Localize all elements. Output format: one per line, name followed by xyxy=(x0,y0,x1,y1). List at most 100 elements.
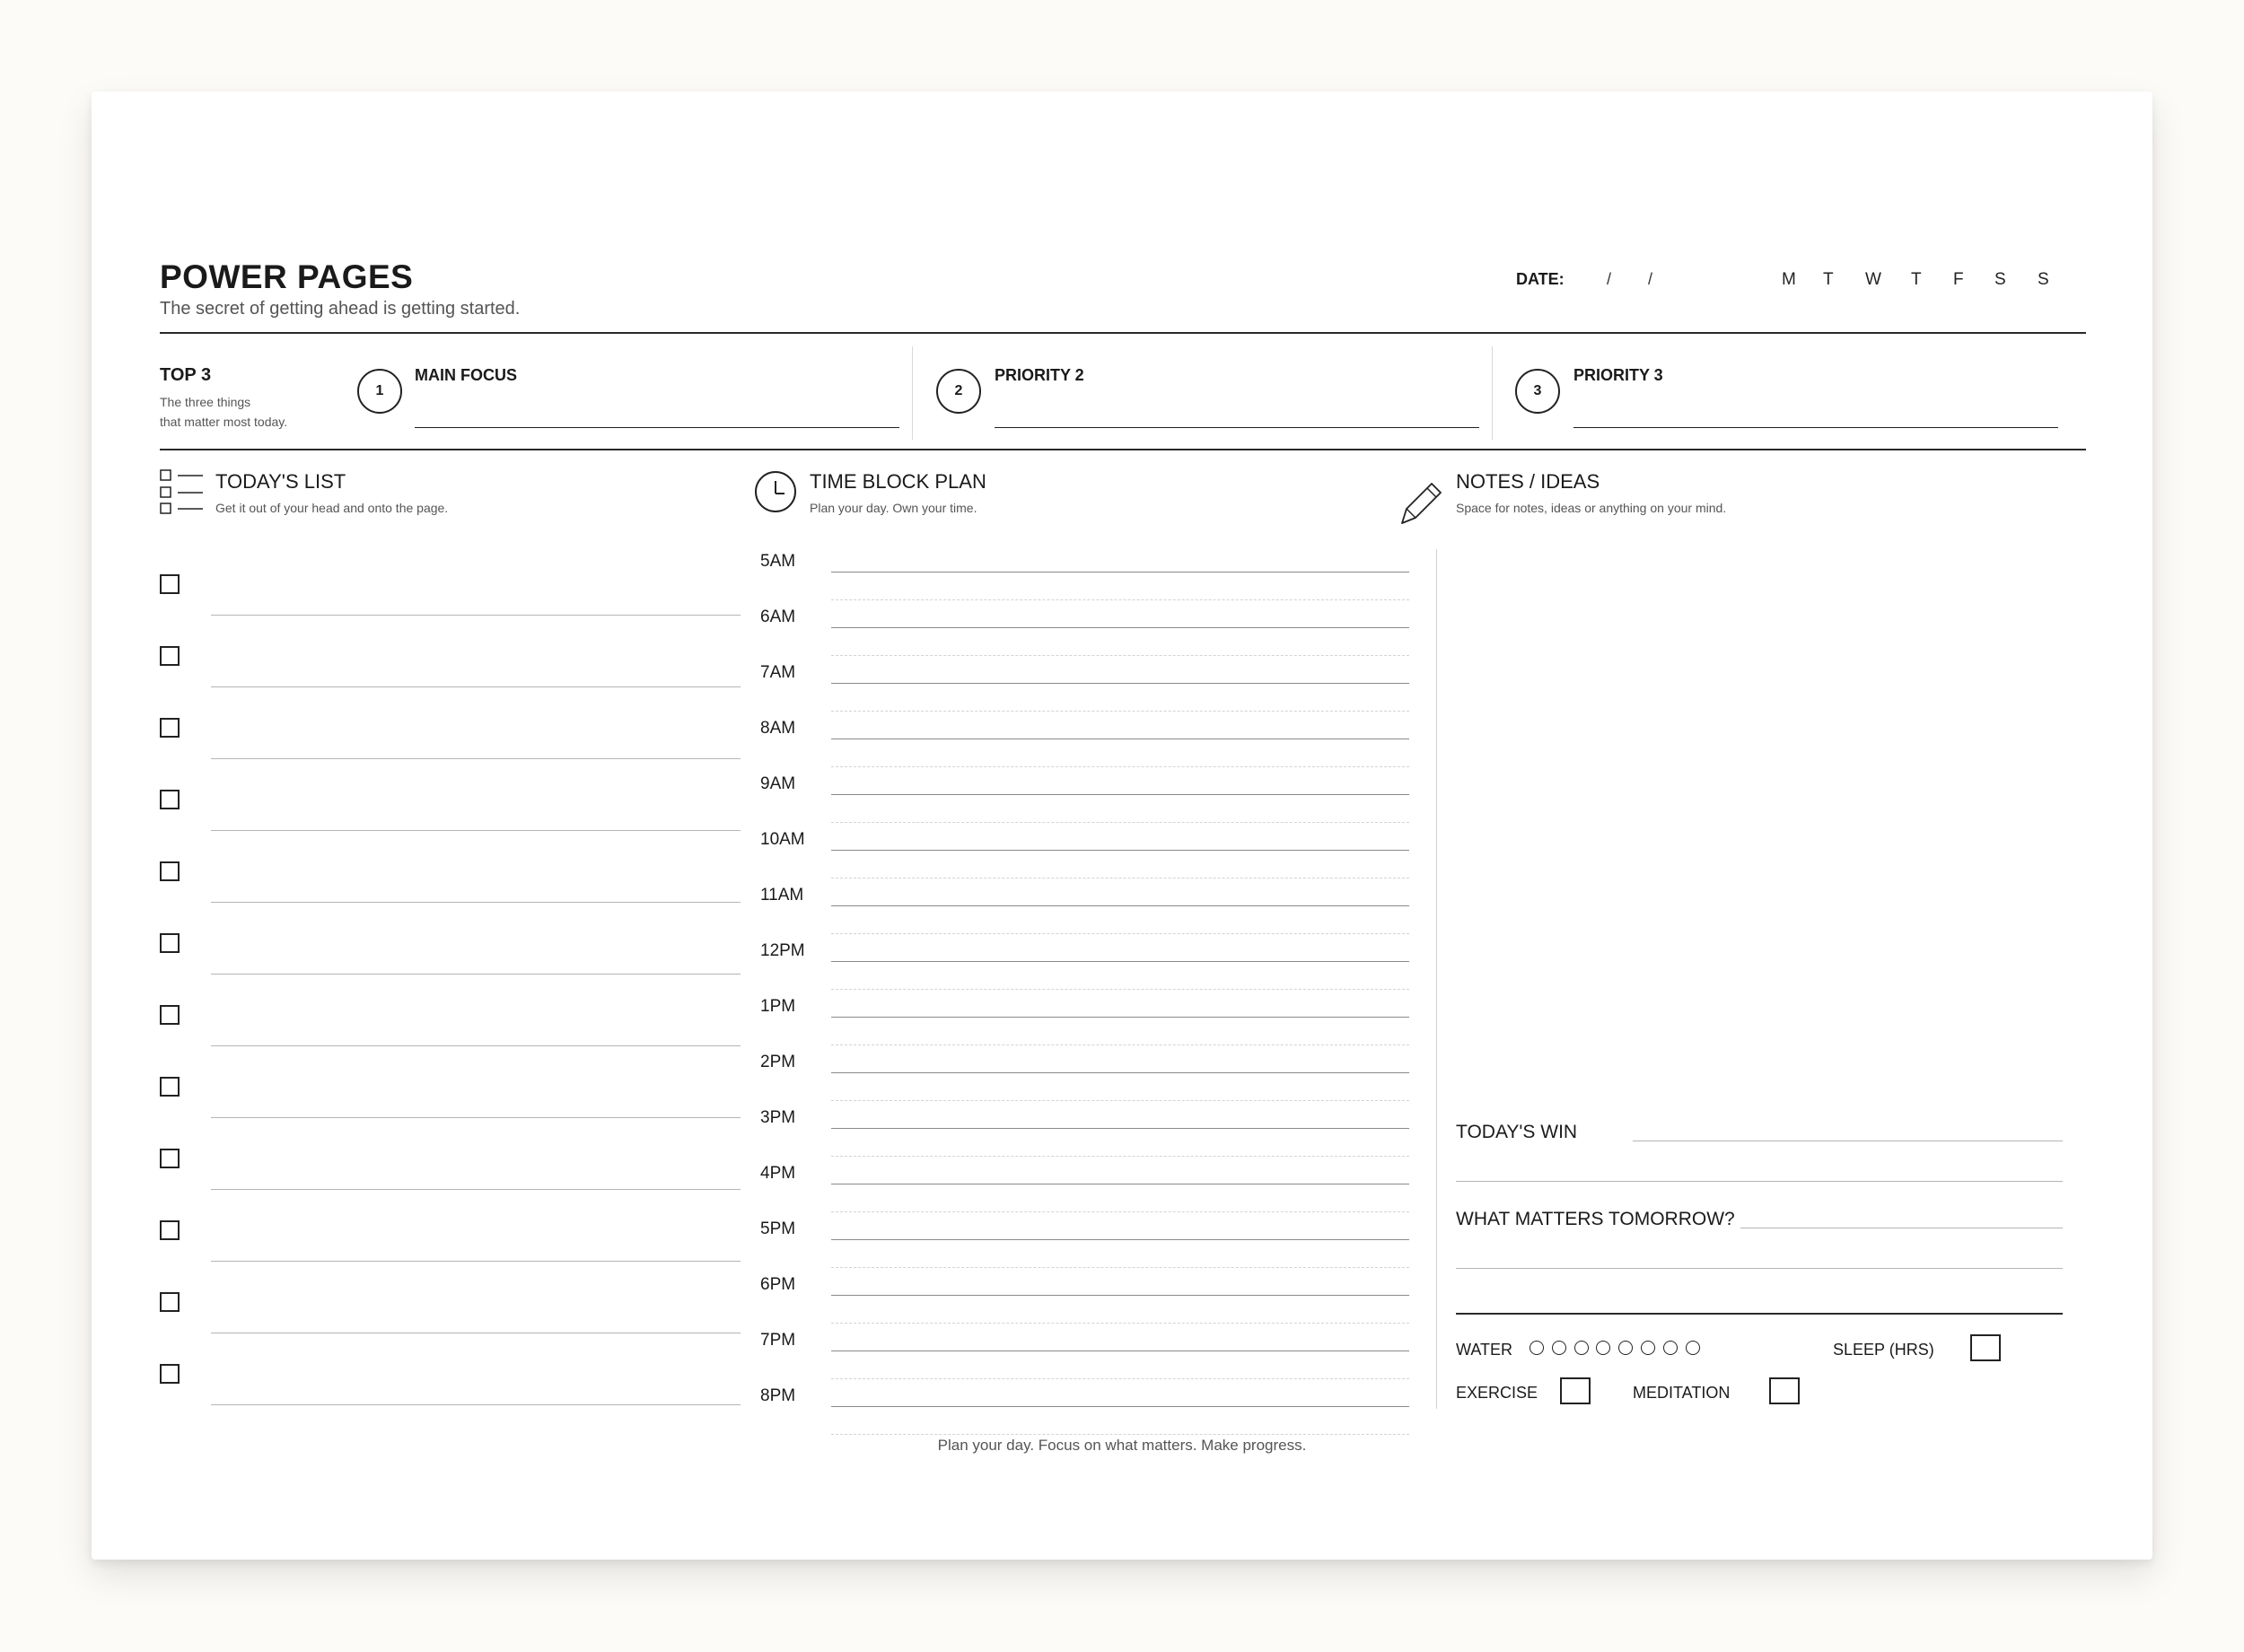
time-slot-line[interactable] xyxy=(831,905,1409,906)
time-slot-line[interactable] xyxy=(831,850,1409,851)
main-focus-label: MAIN FOCUS xyxy=(415,366,517,384)
priority-2-line[interactable] xyxy=(995,427,1479,428)
date-separator: / xyxy=(1607,270,1612,288)
meditation-checkbox[interactable] xyxy=(1769,1377,1800,1404)
todo-line[interactable] xyxy=(211,974,741,975)
time-label: 12PM xyxy=(760,941,805,960)
weekday-tue[interactable]: T xyxy=(1823,270,1834,290)
time-slot-line[interactable] xyxy=(831,1406,1409,1407)
priority-3-label: PRIORITY 3 xyxy=(1573,366,1663,384)
trackers-divider xyxy=(1456,1313,2063,1315)
todo-line[interactable] xyxy=(211,830,741,831)
notes-subtitle: Space for notes, ideas or anything on yo… xyxy=(1456,501,1727,515)
weekday-mon[interactable]: M xyxy=(1782,270,1796,290)
todays-win-label: TODAY'S WIN xyxy=(1456,1122,1578,1142)
top3-divider xyxy=(160,449,2086,450)
todo-checkbox[interactable] xyxy=(160,718,180,738)
time-slot-line[interactable] xyxy=(831,1350,1409,1351)
planner-sheet: POWER PAGES The secret of getting ahead … xyxy=(92,92,2152,1560)
weekday-fri[interactable]: F xyxy=(1953,270,1964,290)
time-label: 7PM xyxy=(760,1331,796,1350)
time-slot-line[interactable] xyxy=(831,1072,1409,1073)
todo-checkbox[interactable] xyxy=(160,933,180,953)
todo-line[interactable] xyxy=(211,1189,741,1190)
time-slot-line[interactable] xyxy=(831,1017,1409,1018)
time-slot-line[interactable] xyxy=(831,683,1409,684)
todo-checkbox[interactable] xyxy=(160,574,180,594)
priority-number-2: 2 xyxy=(936,369,981,414)
todo-line[interactable] xyxy=(211,615,741,616)
half-hour-line[interactable] xyxy=(831,766,1409,767)
todo-line[interactable] xyxy=(211,1045,741,1046)
todo-checkbox[interactable] xyxy=(160,1077,180,1097)
half-hour-line[interactable] xyxy=(831,1156,1409,1157)
half-hour-line[interactable] xyxy=(831,1211,1409,1212)
todo-checkbox[interactable] xyxy=(160,1364,180,1384)
water-glass-circle[interactable] xyxy=(1551,1341,1566,1355)
priority-3-line[interactable] xyxy=(1573,427,2058,428)
time-slot-line[interactable] xyxy=(831,961,1409,962)
todo-line[interactable] xyxy=(211,1261,741,1262)
time-label: 11AM xyxy=(760,886,804,905)
weekday-wed[interactable]: W xyxy=(1865,270,1881,290)
half-hour-line[interactable] xyxy=(831,1434,1409,1435)
half-hour-line[interactable] xyxy=(831,655,1409,656)
todo-checkbox[interactable] xyxy=(160,1149,180,1168)
todo-checkbox[interactable] xyxy=(160,1005,180,1025)
todo-checkbox[interactable] xyxy=(160,790,180,809)
half-hour-line[interactable] xyxy=(831,1100,1409,1101)
checklist-icon xyxy=(160,469,203,514)
water-glass-circle[interactable] xyxy=(1596,1341,1611,1355)
notes-title: NOTES / IDEAS xyxy=(1456,470,1600,493)
top3-subtitle-line: that matter most today. xyxy=(160,415,288,429)
tomorrow-line[interactable] xyxy=(1456,1268,2063,1269)
time-label: 5PM xyxy=(760,1219,796,1238)
water-glass-circle[interactable] xyxy=(1573,1341,1589,1355)
todo-checkbox[interactable] xyxy=(160,646,180,666)
time-block-subtitle: Plan your day. Own your time. xyxy=(810,501,977,515)
main-focus-line[interactable] xyxy=(415,427,899,428)
half-hour-line[interactable] xyxy=(831,822,1409,823)
water-glass-circle[interactable] xyxy=(1641,1341,1655,1355)
sleep-label: SLEEP (HRS) xyxy=(1833,1341,1934,1359)
notes-area[interactable] xyxy=(1456,549,2063,1213)
page-title: POWER PAGES xyxy=(160,258,414,295)
time-block-title: TIME BLOCK PLAN xyxy=(810,470,986,493)
half-hour-line[interactable] xyxy=(831,711,1409,712)
exercise-checkbox[interactable] xyxy=(1560,1377,1591,1404)
header-divider xyxy=(160,332,2086,334)
water-glass-circle[interactable] xyxy=(1685,1341,1700,1355)
todo-checkbox[interactable] xyxy=(160,1220,180,1240)
half-hour-line[interactable] xyxy=(831,933,1409,934)
todo-checkbox[interactable] xyxy=(160,1292,180,1312)
sleep-box[interactable] xyxy=(1970,1334,2001,1361)
half-hour-line[interactable] xyxy=(831,1378,1409,1379)
todo-checkbox[interactable] xyxy=(160,861,180,881)
priority-number-1: 1 xyxy=(357,369,402,414)
todo-line[interactable] xyxy=(211,758,741,759)
half-hour-line[interactable] xyxy=(831,989,1409,990)
todo-line[interactable] xyxy=(211,1117,741,1118)
clock-icon xyxy=(755,471,796,512)
half-hour-line[interactable] xyxy=(831,1323,1409,1324)
half-hour-line[interactable] xyxy=(831,599,1409,600)
todays-list-title: TODAY'S LIST xyxy=(215,470,346,493)
todo-line[interactable] xyxy=(211,902,741,903)
time-slot-line[interactable] xyxy=(831,1239,1409,1240)
time-slot-line[interactable] xyxy=(831,572,1409,573)
time-label: 10AM xyxy=(760,830,805,849)
water-glass-circle[interactable] xyxy=(1618,1341,1634,1355)
todo-line[interactable] xyxy=(211,1404,741,1405)
water-glass-circle[interactable] xyxy=(1530,1341,1544,1355)
time-slot-line[interactable] xyxy=(831,1295,1409,1296)
time-slot-line[interactable] xyxy=(831,1128,1409,1129)
time-slot-line[interactable] xyxy=(831,627,1409,628)
todo-line[interactable] xyxy=(211,686,741,687)
time-slot-line[interactable] xyxy=(831,794,1409,795)
weekday-thu[interactable]: T xyxy=(1911,270,1922,290)
water-glass-circle[interactable] xyxy=(1662,1341,1678,1355)
weekday-sat[interactable]: S xyxy=(1994,270,2006,290)
half-hour-line[interactable] xyxy=(831,1267,1409,1268)
weekday-sun[interactable]: S xyxy=(2038,270,2049,290)
todays-win-line[interactable] xyxy=(1456,1181,2063,1182)
